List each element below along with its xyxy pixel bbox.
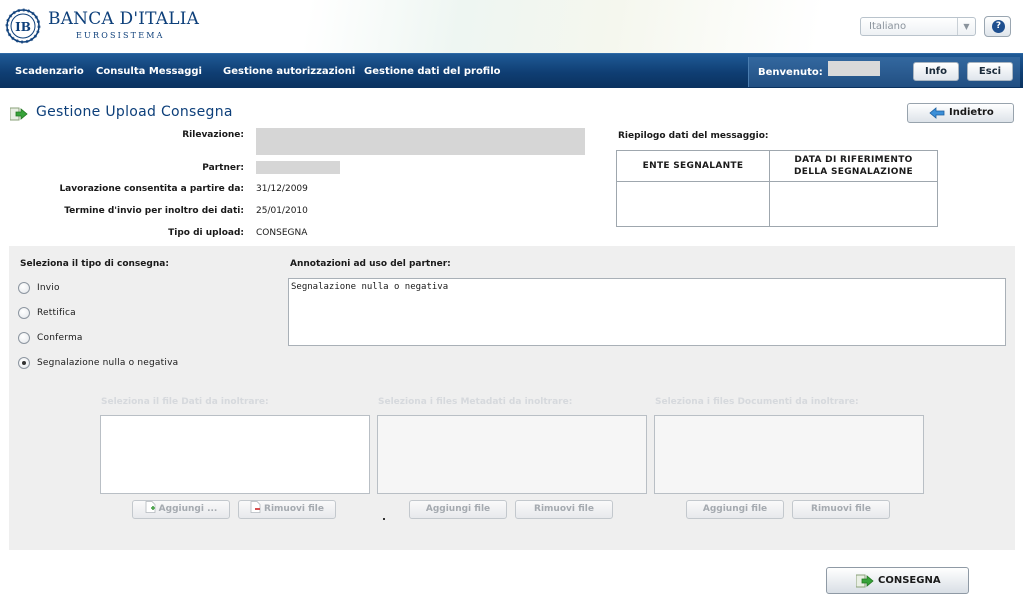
exit-button[interactable]: Esci: [967, 62, 1013, 81]
notes-textarea[interactable]: Segnalazione nulla o negativa: [288, 278, 1006, 346]
radio-invio-label: Invio: [37, 283, 60, 293]
radio-rettifica-label: Rettifica: [37, 308, 76, 318]
documenti-remove-button[interactable]: Rimuovi file: [792, 500, 890, 519]
info-button[interactable]: Info: [913, 62, 959, 81]
summary-header-data: DATA DI RIFERIMENTO DELLA SEGNALAZIONE: [770, 151, 937, 182]
back-button-label: Indietro: [949, 107, 994, 118]
partner-value-redacted: [256, 161, 340, 174]
dati-file-list[interactable]: [100, 415, 370, 494]
welcome-label: Benvenuto:: [758, 67, 823, 78]
username-redacted: [828, 61, 880, 76]
metadati-remove-button[interactable]: Rimuovi file: [515, 500, 613, 519]
bank-logo-icon: IB: [5, 8, 41, 44]
language-value: Italiano: [869, 21, 907, 32]
language-select[interactable]: Italiano ▼: [860, 17, 976, 36]
nav-item-scadenzario[interactable]: Scadenzario: [15, 66, 84, 77]
partner-label: Partner:: [202, 163, 244, 173]
main-nav: Scadenzario Consulta Messaggi Gestione a…: [0, 53, 1023, 88]
radio-segnalazione-nulla[interactable]: [18, 357, 30, 369]
radio-segnalazione-nulla-label: Segnalazione nulla o negativa: [37, 358, 179, 368]
svg-text:IB: IB: [15, 20, 31, 34]
page-title: Gestione Upload Consegna: [36, 104, 233, 120]
metadati-file-label: Seleziona i files Metadati da inoltrare:: [378, 397, 573, 407]
radio-rettifica[interactable]: [18, 307, 30, 319]
rilevazione-label: Rilevazione:: [182, 130, 244, 140]
header-bar: IB BANCA D'ITALIA EUROSISTEMA Italiano ▼…: [0, 0, 1023, 53]
rilevazione-value-redacted: [256, 128, 585, 155]
nav-item-gestione-autorizzazioni[interactable]: Gestione autorizzazioni: [223, 66, 355, 77]
termine-label: Termine d'invio per inoltro dei dati:: [64, 206, 244, 216]
chevron-down-icon: ▼: [957, 18, 975, 35]
summary-title: Riepilogo dati del messaggio:: [618, 131, 769, 141]
delivery-type-label: Seleziona il tipo di consegna:: [20, 259, 169, 269]
remove-file-icon: [250, 501, 261, 513]
dati-file-label: Seleziona il file Dati da inoltrare:: [101, 397, 269, 407]
metadati-file-list[interactable]: [377, 415, 647, 494]
consegna-button[interactable]: CONSEGNA: [826, 567, 969, 594]
user-area: Benvenuto: Info Esci: [748, 57, 1020, 87]
help-button[interactable]: ?: [984, 16, 1011, 37]
summary-header-ente: ENTE SEGNALANTE: [617, 151, 769, 182]
summary-header-data-line2: DELLA SEGNALAZIONE: [793, 167, 913, 177]
tipo-upload-value: CONSEGNA: [256, 228, 308, 238]
add-file-icon: [145, 501, 156, 513]
arrow-right-icon: [10, 107, 28, 121]
arrow-right-icon: [856, 574, 874, 588]
brand-subtitle: EUROSISTEMA: [76, 31, 165, 40]
radio-conferma[interactable]: [18, 332, 30, 344]
notes-label: Annotazioni ad uso del partner:: [290, 259, 451, 269]
termine-value: 25/01/2010: [256, 206, 308, 216]
summary-table: ENTE SEGNALANTE DATA DI RIFERIMENTO DELL…: [616, 150, 938, 227]
help-icon: ?: [992, 20, 1005, 33]
arrow-left-icon: [929, 107, 945, 119]
dati-remove-button[interactable]: Rimuovi file: [238, 500, 336, 519]
dati-add-button[interactable]: Aggiungi ...: [132, 500, 230, 519]
documenti-add-button[interactable]: Aggiungi file: [686, 500, 784, 519]
back-button[interactable]: Indietro: [907, 103, 1014, 123]
radio-invio[interactable]: [18, 282, 30, 294]
consegna-label: CONSEGNA: [878, 575, 941, 586]
metadati-add-button[interactable]: Aggiungi file: [409, 500, 507, 519]
tipo-upload-label: Tipo di upload:: [168, 228, 244, 238]
dati-remove-label: Rimuovi file: [264, 504, 324, 514]
summary-header-data-line1: DATA DI RIFERIMENTO: [794, 155, 913, 165]
radio-conferma-label: Conferma: [37, 333, 83, 343]
summary-divider: [769, 151, 770, 226]
dati-add-label: Aggiungi ...: [158, 504, 218, 514]
lavorazione-value: 31/12/2009: [256, 184, 308, 194]
lavorazione-label: Lavorazione consentita a partire da:: [59, 184, 244, 194]
nav-item-gestione-profilo[interactable]: Gestione dati del profilo: [364, 66, 501, 77]
stray-dot: [383, 518, 385, 520]
nav-item-consulta-messaggi[interactable]: Consulta Messaggi: [96, 66, 202, 77]
brand-name: BANCA D'ITALIA: [48, 9, 200, 29]
documenti-file-list[interactable]: [654, 415, 924, 494]
documenti-file-label: Seleziona i files Documenti da inoltrare…: [655, 397, 859, 407]
